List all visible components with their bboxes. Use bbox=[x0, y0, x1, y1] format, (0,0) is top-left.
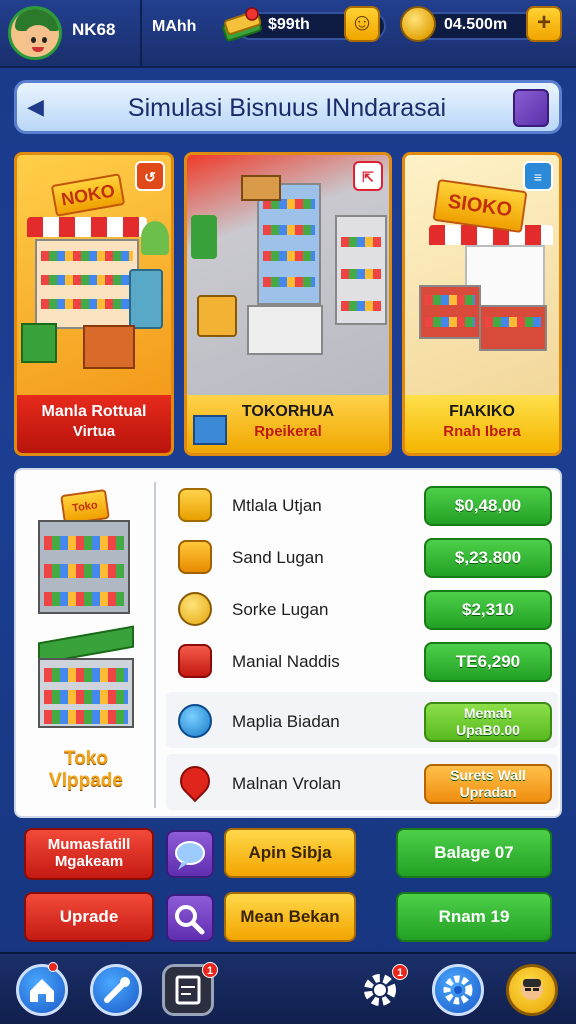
panel-separator bbox=[154, 482, 156, 808]
upgrade-row-6: Malnan Vrolan Surets Wall Upradan bbox=[166, 754, 558, 810]
page-title: Simulasi Bisnuus INndarasai bbox=[127, 94, 447, 122]
upgrade-label-1: Mtlala Utjan bbox=[232, 496, 322, 515]
add-coins-button[interactable]: + bbox=[526, 6, 562, 42]
home-icon[interactable] bbox=[16, 964, 68, 1016]
shop-card-3-badge-icon[interactable]: ≡ bbox=[523, 161, 553, 191]
bag-icon bbox=[197, 295, 237, 337]
cash-amount: $99th bbox=[268, 16, 310, 33]
smile-button[interactable]: ☺ bbox=[344, 6, 380, 42]
mean-bekan-button[interactable]: Mean Bekan bbox=[224, 892, 356, 942]
apply-button[interactable]: Apin Sibja bbox=[224, 828, 356, 878]
upgrade-buy-button-1[interactable]: $0,48,00 bbox=[424, 486, 552, 526]
upgrade-buy-button-6[interactable]: Surets Wall Upradan bbox=[424, 764, 552, 804]
book-icon[interactable] bbox=[513, 89, 549, 127]
shop-card-1-title: Manla Rottual bbox=[41, 403, 147, 420]
currency-label: MAhh bbox=[152, 18, 197, 35]
upgrade-buy-button-5[interactable]: Memah UpaB0.00 bbox=[424, 702, 552, 742]
options-gear-icon[interactable] bbox=[432, 964, 484, 1016]
plant-icon bbox=[141, 221, 169, 255]
player-name: NK68 bbox=[72, 20, 116, 39]
upgrade-row-5: Maplia Biadan Memah UpaB0.00 bbox=[166, 692, 558, 748]
balance-button[interactable]: Balage 07 bbox=[396, 828, 552, 878]
shop-card-2[interactable]: ⇱ TOKORHUA Rpeikeral bbox=[184, 152, 392, 456]
settings-notification-badge: 1 bbox=[392, 964, 408, 980]
location-pin-icon bbox=[173, 759, 217, 803]
upgrade-buy-button-2[interactable]: $,23.800 bbox=[424, 538, 552, 578]
shop-card-3[interactable]: SIOKO ≡ FIAKIKO Rnah Ibera bbox=[402, 152, 562, 456]
box-icon bbox=[193, 415, 227, 445]
chat-icon[interactable] bbox=[166, 830, 214, 878]
shop-card-1[interactable]: NOKO ↺ Manla Rottual Virtua bbox=[14, 152, 174, 456]
upgrade-panel: Toko Toko Vlppade Mtlala Utjan $0,48,00 … bbox=[14, 468, 562, 818]
pencil-icon bbox=[178, 540, 212, 574]
back-arrow-icon[interactable]: ◀ bbox=[27, 95, 51, 119]
home-notification-dot bbox=[48, 962, 58, 972]
store-upgrade-label: Toko Vlppade bbox=[49, 748, 123, 791]
upgrade-label-2: Sand Lugan bbox=[232, 548, 324, 567]
notebook-notification-badge: 1 bbox=[202, 962, 218, 978]
upgrade-buy-button-4[interactable]: TE6,290 bbox=[424, 642, 552, 682]
wrench-icon[interactable] bbox=[90, 964, 142, 1016]
upgrade-label-4: Manial Naddis bbox=[232, 652, 340, 671]
upgrade-row-4: Manial Naddis TE6,290 bbox=[166, 632, 558, 688]
shop-card-2-badge-icon[interactable]: ⇱ bbox=[353, 161, 383, 191]
refresh-icon bbox=[178, 704, 212, 738]
upgrade-row-2: Sand Lugan $,23.800 bbox=[166, 528, 558, 584]
coin-icon bbox=[178, 592, 212, 626]
header-divider bbox=[140, 0, 142, 68]
shop-card-1-subtitle: Virtua bbox=[72, 423, 116, 440]
upgrade-label-6: Malnan Vrolan bbox=[232, 774, 341, 793]
shop-card-3-subtitle: Rnah Ibera bbox=[443, 423, 521, 440]
bottom-nav: 1 1 bbox=[0, 952, 576, 1024]
manage-staff-button[interactable]: Mumasfatill Mgakeam bbox=[24, 828, 154, 880]
coin-amount: 04.500m bbox=[444, 16, 508, 33]
magnifier-icon[interactable] bbox=[166, 894, 214, 942]
upgrade-button[interactable]: Uprade bbox=[24, 892, 154, 942]
cash-stack-icon bbox=[222, 7, 262, 42]
shop-card-3-title: FIAKIKO bbox=[449, 403, 515, 420]
card-icon bbox=[178, 644, 212, 678]
atm-icon bbox=[129, 269, 163, 329]
upgrade-label-5: Maplia Biadan bbox=[232, 712, 340, 731]
player-avatar[interactable] bbox=[8, 6, 62, 60]
profile-badge-icon[interactable] bbox=[506, 964, 558, 1016]
upgrade-buy-button-3[interactable]: $2,310 bbox=[424, 590, 552, 630]
shop-card-1-badge-icon[interactable]: ↺ bbox=[135, 161, 165, 191]
title-banner: ◀ Simulasi Bisnuus INndarasai bbox=[14, 80, 562, 134]
upgrade-label-3: Sorke Lugan bbox=[232, 600, 329, 619]
rnam-button[interactable]: Rnam 19 bbox=[396, 892, 552, 942]
store-building-illustration: Toko bbox=[34, 488, 134, 614]
top-bar: NK68 MAhh $99th ☺ 04.500m + bbox=[0, 0, 576, 68]
coin-icon bbox=[400, 6, 436, 42]
upgrade-row-1: Mtlala Utjan $0,48,00 bbox=[166, 476, 558, 532]
noko-sign: NOKO bbox=[50, 173, 126, 217]
shelf-illustration bbox=[34, 625, 138, 730]
scroll-icon bbox=[178, 488, 212, 522]
upgrade-row-3: Sorke Lugan $2,310 bbox=[166, 580, 558, 636]
